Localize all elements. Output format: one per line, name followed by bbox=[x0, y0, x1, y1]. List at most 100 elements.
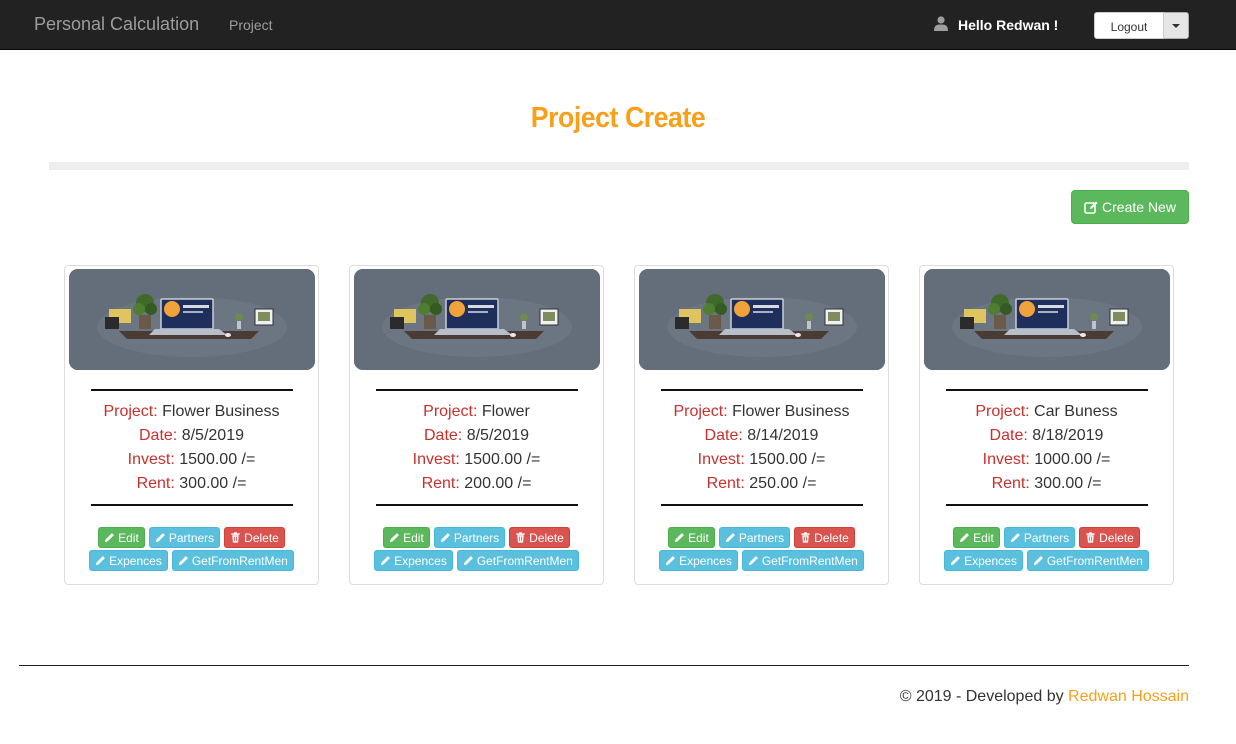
rent-label: Rent: bbox=[706, 475, 745, 492]
pencil-icon bbox=[725, 533, 735, 543]
pencil-icon bbox=[178, 556, 188, 566]
pencil-icon bbox=[155, 533, 165, 543]
project-invest-row: Invest: 1500.00 /= bbox=[350, 448, 603, 472]
edit-button[interactable]: Edit bbox=[98, 527, 145, 548]
project-rent-row: Rent: 300.00 /= bbox=[65, 472, 318, 496]
project-image bbox=[639, 269, 885, 370]
delete-button[interactable]: Delete bbox=[794, 527, 855, 548]
project-info: Project: Flower Business Date: 8/14/2019… bbox=[635, 400, 888, 496]
project-rent-row: Rent: 300.00 /= bbox=[920, 472, 1173, 496]
project-invest: 1500.00 /= bbox=[749, 451, 826, 468]
card-divider bbox=[376, 504, 578, 506]
date-label: Date: bbox=[704, 427, 743, 444]
partners-button[interactable]: Partners bbox=[148, 527, 221, 548]
project-rent: 200.00 /= bbox=[464, 475, 532, 492]
project-rent: 250.00 /= bbox=[749, 475, 817, 492]
pencil-icon bbox=[675, 533, 685, 543]
expences-label: Expences bbox=[964, 553, 1017, 568]
project-image bbox=[69, 269, 315, 370]
delete-button[interactable]: Delete bbox=[224, 527, 285, 548]
invest-label: Invest: bbox=[982, 451, 1030, 468]
partners-button[interactable]: Partners bbox=[433, 527, 506, 548]
expences-button[interactable]: Expences bbox=[374, 550, 453, 571]
edit-button[interactable]: Edit bbox=[953, 527, 1000, 548]
date-label: Date: bbox=[424, 427, 463, 444]
project-image-frame bbox=[639, 269, 885, 370]
pencil-icon bbox=[1033, 556, 1043, 566]
project-date-row: Date: 8/14/2019 bbox=[635, 424, 888, 448]
pencil-icon bbox=[666, 556, 676, 566]
pencil-icon bbox=[440, 533, 450, 543]
get-from-rent-button[interactable]: GetFromRentMen bbox=[456, 550, 579, 571]
footer-copyright: © 2019 - Developed by bbox=[899, 688, 1064, 705]
card-divider bbox=[946, 389, 1148, 391]
card-actions-secondary: Expences GetFromRentMen bbox=[350, 550, 603, 571]
nav-link-project[interactable]: Project bbox=[229, 17, 273, 33]
project-card: Project: Flower Business Date: 8/5/2019 … bbox=[64, 265, 319, 585]
expences-button[interactable]: Expences bbox=[944, 550, 1023, 571]
project-label: Project: bbox=[103, 403, 158, 420]
get-from-rent-button[interactable]: GetFromRentMen bbox=[1026, 550, 1149, 571]
project-info: Project: Flower Date: 8/5/2019 Invest: 1… bbox=[350, 400, 603, 496]
user-icon bbox=[934, 16, 948, 31]
pencil-icon bbox=[390, 533, 400, 543]
project-card: Project: Flower Business Date: 8/14/2019… bbox=[634, 265, 889, 585]
date-label: Date: bbox=[989, 427, 1028, 444]
partners-button[interactable]: Partners bbox=[1003, 527, 1076, 548]
project-info: Project: Flower Business Date: 8/5/2019 … bbox=[65, 400, 318, 496]
footer-author-link[interactable]: Redwan Hossain bbox=[1068, 688, 1189, 705]
get-from-rent-button[interactable]: GetFromRentMen bbox=[171, 550, 294, 571]
project-image-frame bbox=[924, 269, 1170, 370]
expences-label: Expences bbox=[394, 553, 447, 568]
delete-button[interactable]: Delete bbox=[1079, 527, 1140, 548]
partners-label: Partners bbox=[168, 530, 215, 545]
project-invest: 1500.00 /= bbox=[179, 451, 256, 468]
project-invest: 1000.00 /= bbox=[1034, 451, 1111, 468]
logout-button-group: Logout bbox=[1094, 12, 1189, 39]
create-new-button[interactable]: Create New bbox=[1071, 190, 1189, 224]
rent-label: Rent: bbox=[991, 475, 1030, 492]
project-name: Flower Business bbox=[732, 403, 850, 420]
delete-button[interactable]: Delete bbox=[509, 527, 570, 548]
trash-icon bbox=[231, 532, 240, 543]
edit-square-icon bbox=[1084, 201, 1098, 214]
project-invest-row: Invest: 1500.00 /= bbox=[635, 448, 888, 472]
brand-link[interactable]: Personal Calculation bbox=[34, 14, 199, 35]
pencil-icon bbox=[1010, 533, 1020, 543]
get-from-rent-label: GetFromRentMen bbox=[1046, 553, 1143, 568]
delete-label: Delete bbox=[814, 530, 849, 545]
card-actions-secondary: Expences GetFromRentMen bbox=[635, 550, 888, 571]
invest-label: Invest: bbox=[127, 451, 175, 468]
footer: © 2019 - Developed by Redwan Hossain bbox=[900, 688, 1189, 706]
project-name: Flower Business bbox=[162, 403, 280, 420]
logout-dropdown-toggle[interactable] bbox=[1164, 12, 1189, 39]
project-name-row: Project: Flower Business bbox=[65, 400, 318, 424]
project-invest-row: Invest: 1000.00 /= bbox=[920, 448, 1173, 472]
project-rent: 300.00 /= bbox=[179, 475, 247, 492]
get-from-rent-button[interactable]: GetFromRentMen bbox=[741, 550, 864, 571]
get-from-rent-label: GetFromRentMen bbox=[191, 553, 288, 568]
pencil-icon bbox=[748, 556, 758, 566]
partners-label: Partners bbox=[1023, 530, 1070, 545]
project-invest-row: Invest: 1500.00 /= bbox=[65, 448, 318, 472]
expences-button[interactable]: Expences bbox=[89, 550, 168, 571]
title-divider bbox=[49, 162, 1189, 170]
get-from-rent-label: GetFromRentMen bbox=[476, 553, 573, 568]
edit-button[interactable]: Edit bbox=[668, 527, 715, 548]
project-label: Project: bbox=[423, 403, 478, 420]
partners-button[interactable]: Partners bbox=[718, 527, 791, 548]
edit-label: Edit bbox=[118, 530, 139, 545]
project-date: 8/18/2019 bbox=[1032, 427, 1104, 444]
logout-button[interactable]: Logout bbox=[1094, 12, 1164, 39]
get-from-rent-label: GetFromRentMen bbox=[761, 553, 858, 568]
project-rent-row: Rent: 200.00 /= bbox=[350, 472, 603, 496]
date-label: Date: bbox=[139, 427, 178, 444]
page-title: Project Create bbox=[530, 102, 706, 134]
project-name-row: Project: Flower bbox=[350, 400, 603, 424]
invest-label: Invest: bbox=[412, 451, 460, 468]
expences-button[interactable]: Expences bbox=[659, 550, 738, 571]
project-name: Flower bbox=[481, 403, 530, 420]
edit-button[interactable]: Edit bbox=[383, 527, 430, 548]
pencil-icon bbox=[96, 556, 106, 566]
card-actions-primary: Edit Partners Delete bbox=[920, 527, 1173, 548]
